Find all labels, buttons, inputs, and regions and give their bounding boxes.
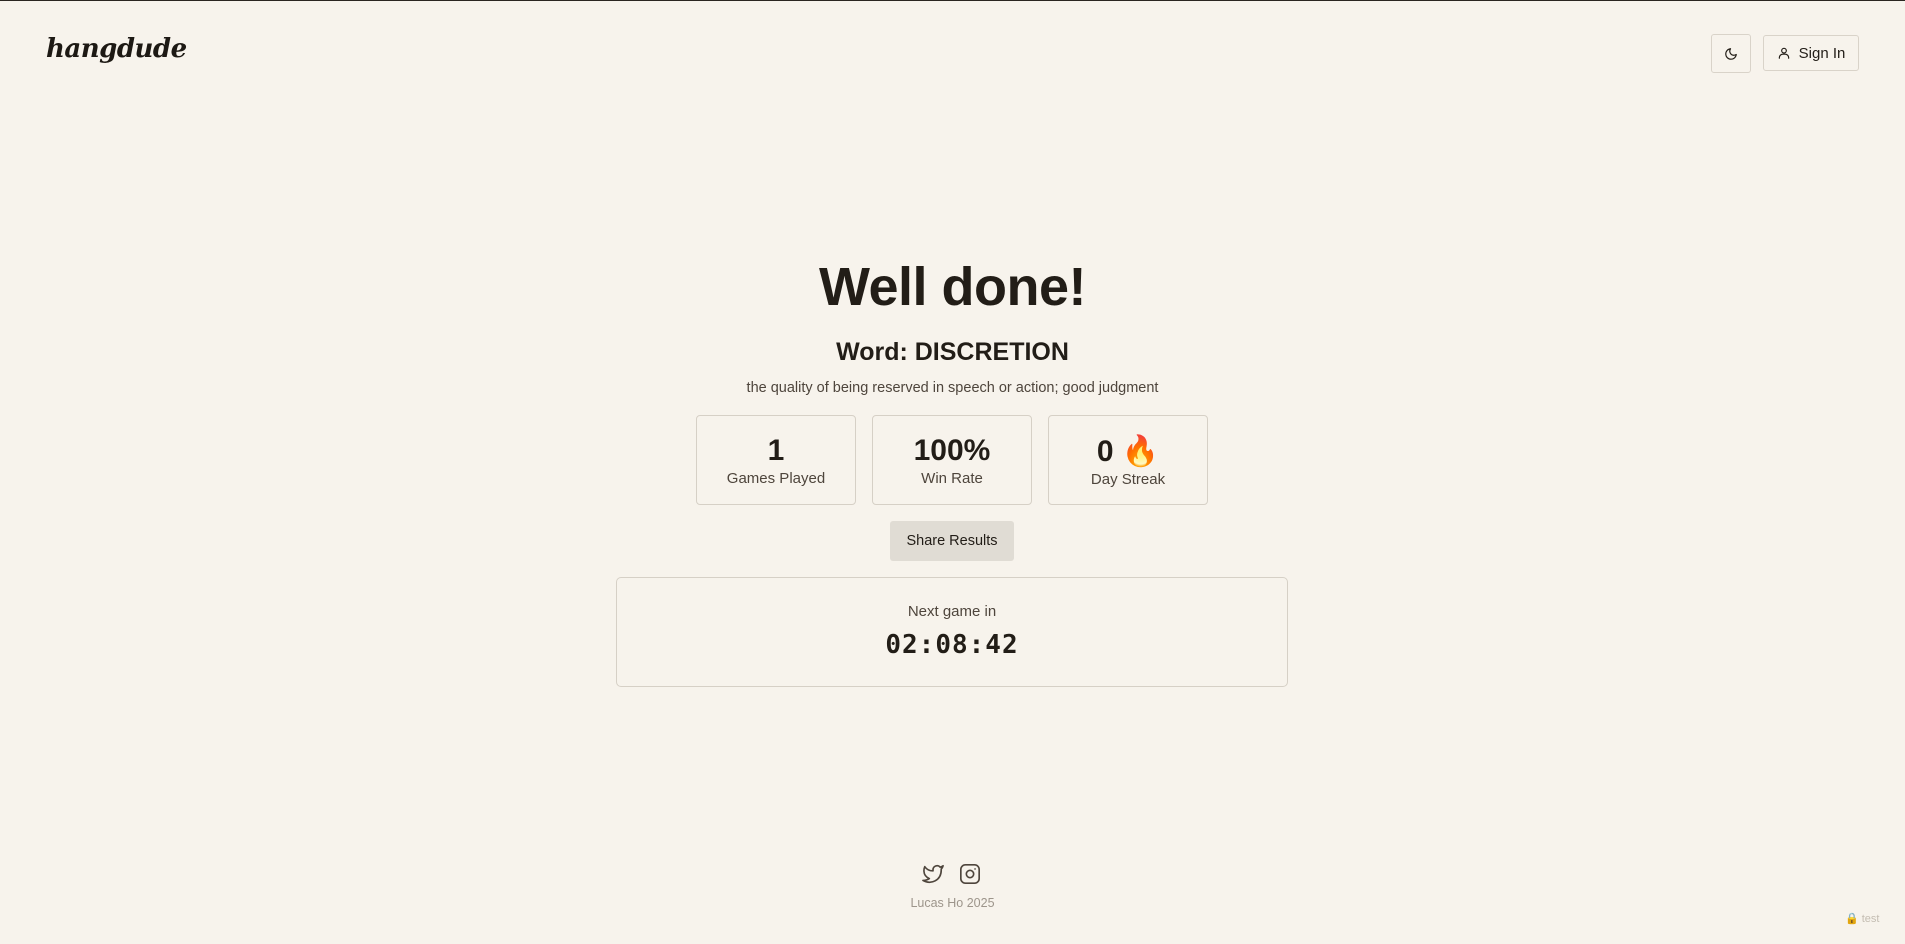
result-title: Well done!	[818, 257, 1087, 317]
word-heading: Word: DISCRETION	[836, 338, 1069, 366]
countdown-timer: 02:08:42	[885, 630, 1019, 660]
stat-card-win-rate: 100% Win Rate	[872, 415, 1032, 505]
stat-value: 100%	[913, 434, 991, 467]
instagram-link[interactable]	[959, 863, 981, 885]
sign-in-button[interactable]: Sign In	[1763, 35, 1859, 71]
top-border-line	[0, 0, 1905, 1]
theme-toggle-button[interactable]	[1711, 34, 1751, 73]
moon-icon	[1725, 47, 1737, 60]
user-icon	[1778, 47, 1789, 59]
word-definition: the quality of being reserved in speech …	[746, 380, 1159, 396]
twitter-link[interactable]	[922, 863, 944, 885]
next-game-panel: Next game in 02:08:42	[616, 577, 1288, 687]
stat-label: Day Streak	[1090, 471, 1166, 488]
twitter-icon	[922, 864, 944, 884]
logo[interactable]: hangdude	[46, 34, 187, 64]
footer-credit: Lucas Ho 2025	[910, 896, 995, 910]
instagram-icon	[960, 864, 980, 884]
stat-card-games-played: 1 Games Played	[696, 415, 856, 505]
next-game-label: Next game in	[907, 603, 997, 620]
sign-in-label: Sign In	[1798, 44, 1846, 62]
stat-value: 1	[767, 434, 785, 467]
stat-label: Win Rate	[921, 470, 983, 487]
stat-card-day-streak: 0 🔥 Day Streak	[1048, 415, 1208, 505]
share-results-button[interactable]: Share Results	[890, 521, 1014, 561]
environment-badge: 🔒 test	[1845, 913, 1880, 925]
stat-value: 0 🔥	[1096, 435, 1160, 468]
stat-label: Games Played	[726, 470, 826, 487]
